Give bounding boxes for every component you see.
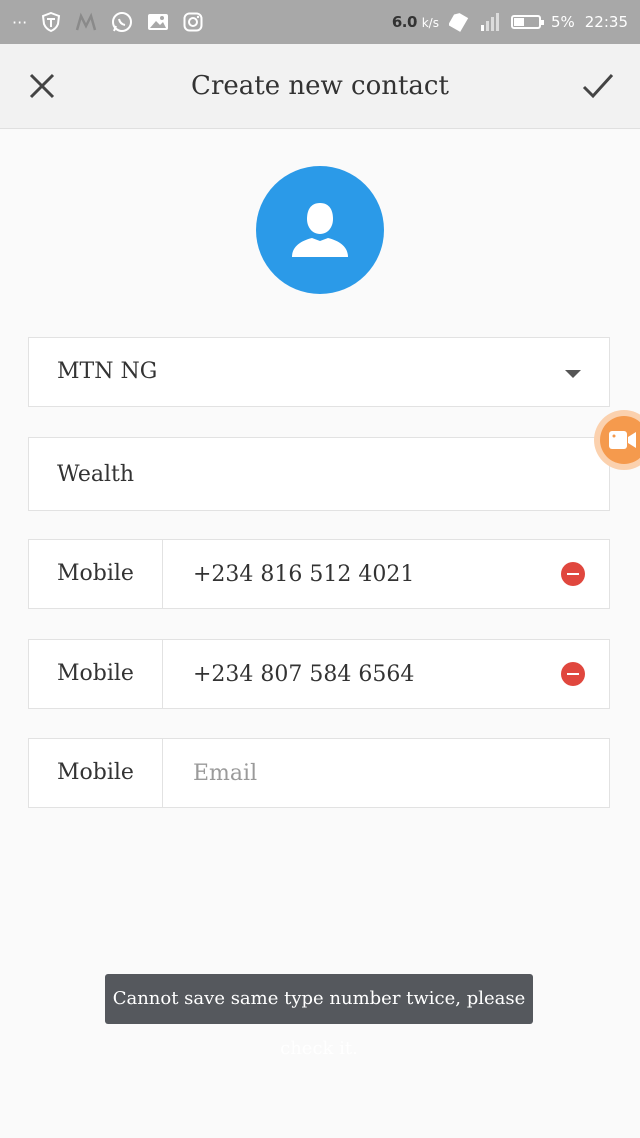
battery-fill: [513, 18, 524, 26]
status-system-icons: 6.0 k/s 5% 22:35: [392, 0, 628, 44]
name-field[interactable]: [28, 437, 610, 511]
network-speed-value: 6.0: [391, 13, 418, 31]
clock: 22:35: [584, 13, 628, 31]
contact-avatar[interactable]: [256, 166, 384, 294]
phone-type-selector[interactable]: Mobile: [29, 540, 163, 608]
email-input[interactable]: [193, 739, 553, 807]
toast-message: Cannot save same type number twice, plea…: [105, 974, 533, 1059]
signal-icon: [480, 13, 499, 31]
phone-row: Mobile: [28, 539, 610, 609]
email-row: Mobile: [28, 738, 610, 808]
check-icon: [582, 73, 614, 99]
network-speed: 6.0 k/s: [392, 13, 439, 31]
overflow-dots: ···: [12, 12, 28, 32]
status-notification-icons: ···: [12, 0, 203, 44]
phone-number-input[interactable]: [193, 540, 553, 608]
email-type-selector[interactable]: Mobile: [29, 739, 163, 807]
name-input[interactable]: [57, 438, 417, 510]
whatsapp-icon: [112, 12, 133, 32]
page-title: Create new contact: [191, 71, 449, 101]
person-icon: [292, 203, 348, 257]
instagram-icon: [183, 12, 203, 32]
mi-icon: [76, 12, 97, 31]
save-button[interactable]: [580, 68, 616, 104]
account-select[interactable]: MTN NG: [28, 337, 610, 407]
remove-phone-button[interactable]: [561, 662, 585, 686]
network-speed-unit: k/s: [421, 16, 439, 30]
image-icon: [148, 14, 169, 30]
dropdown-caret-icon: [565, 370, 581, 378]
shield-icon: [42, 12, 61, 32]
battery-percent: 5%: [550, 13, 575, 31]
account-selected-value: MTN NG: [57, 359, 158, 384]
status-bar: ··· 6.0 k/s 5% 22:35: [0, 0, 640, 44]
sim-icon: [448, 13, 469, 32]
phone-type-selector[interactable]: Mobile: [29, 640, 163, 708]
app-header: Create new contact: [0, 44, 640, 129]
video-camera-icon: [609, 431, 636, 449]
phone-row: Mobile: [28, 639, 610, 709]
phone-number-input[interactable]: [193, 640, 553, 708]
remove-phone-button[interactable]: [561, 562, 585, 586]
battery-icon: [510, 15, 544, 29]
